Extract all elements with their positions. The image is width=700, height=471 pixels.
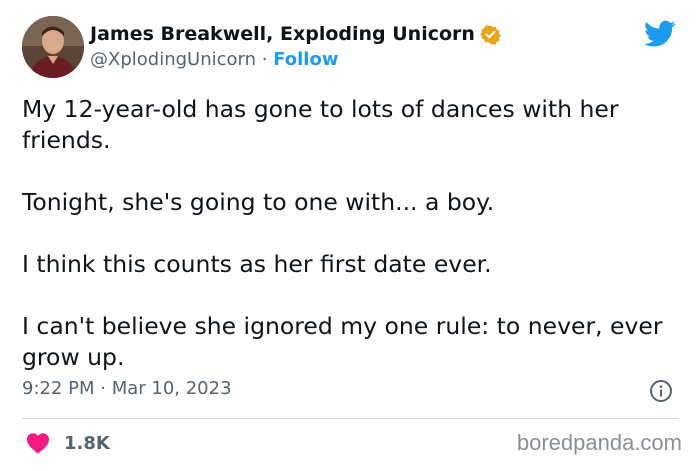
like-count: 1.8K	[64, 432, 110, 454]
tweet-paragraph: I think this counts as her first date ev…	[22, 250, 492, 278]
display-name[interactable]: James Breakwell, Exploding Unicorn	[90, 23, 475, 45]
tweet-paragraph: Tonight, she's going to one with... a bo…	[22, 188, 495, 216]
tweet-paragraph: My 12-year-old has gone to lots of dance…	[22, 95, 619, 154]
verified-badge-icon	[480, 24, 501, 45]
watermark: boredpanda.com	[516, 430, 682, 455]
twitter-bird-icon[interactable]	[644, 20, 676, 48]
handle[interactable]: @XplodingUnicorn	[90, 49, 256, 70]
handle-separator: ·	[256, 49, 274, 70]
tweet-timestamp[interactable]: 9:22 PM · Mar 10, 2023	[22, 378, 232, 399]
tweet-text: My 12-year-old has gone to lots of dance…	[22, 94, 682, 373]
handle-row: @XplodingUnicorn · Follow	[90, 49, 501, 70]
info-icon[interactable]	[649, 379, 673, 403]
like-action[interactable]: 1.8K	[26, 430, 110, 456]
heart-icon[interactable]	[26, 432, 50, 454]
divider	[22, 418, 678, 419]
author-block: James Breakwell, Exploding Unicorn @Xplo…	[90, 21, 501, 70]
tweet-paragraph: I can't believe she ignored my one rule:…	[22, 312, 663, 371]
follow-link[interactable]: Follow	[273, 49, 338, 70]
avatar[interactable]	[22, 16, 84, 78]
tweet-header: James Breakwell, Exploding Unicorn @Xplo…	[22, 16, 682, 80]
